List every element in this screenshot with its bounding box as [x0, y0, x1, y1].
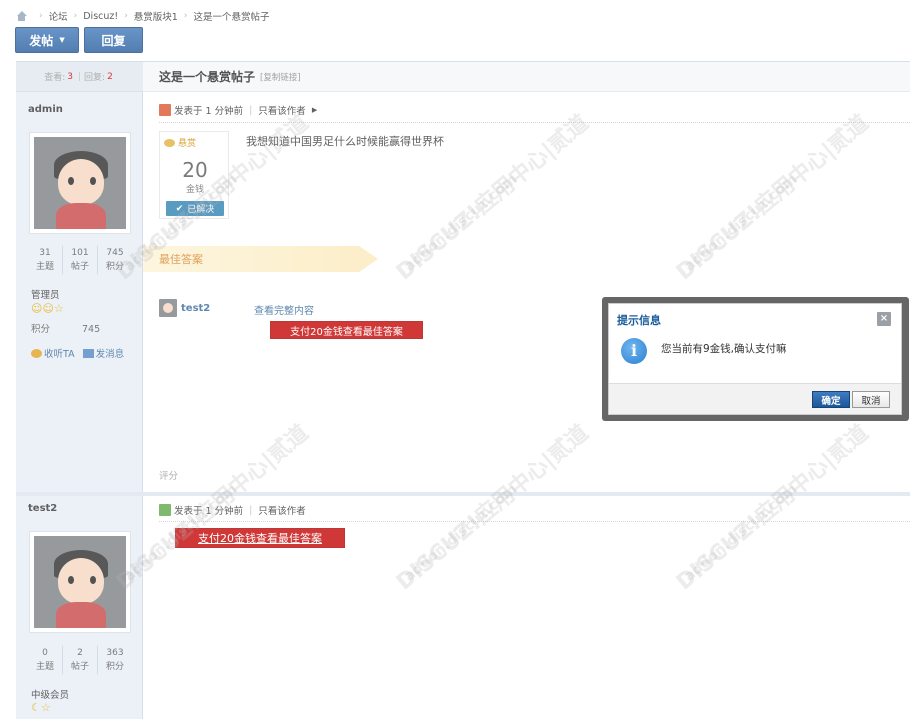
- cancel-button[interactable]: 取消: [852, 391, 890, 408]
- dialog-footer: 确定 取消: [609, 383, 901, 414]
- close-icon[interactable]: ×: [877, 312, 891, 326]
- dialog-title: 提示信息: [617, 314, 661, 327]
- dialog-message: 您当前有9金钱,确认支付嘛: [661, 343, 787, 355]
- confirm-dialog: 提示信息 × i 您当前有9金钱,确认支付嘛 确定 取消: [608, 303, 902, 415]
- forum-thread-page: › 论坛 › Discuz! › 悬赏版块1 › 这是一个悬赏帖子 发帖 ▼ 回…: [0, 0, 910, 719]
- confirm-button[interactable]: 确定: [812, 391, 850, 408]
- info-icon: i: [621, 338, 647, 364]
